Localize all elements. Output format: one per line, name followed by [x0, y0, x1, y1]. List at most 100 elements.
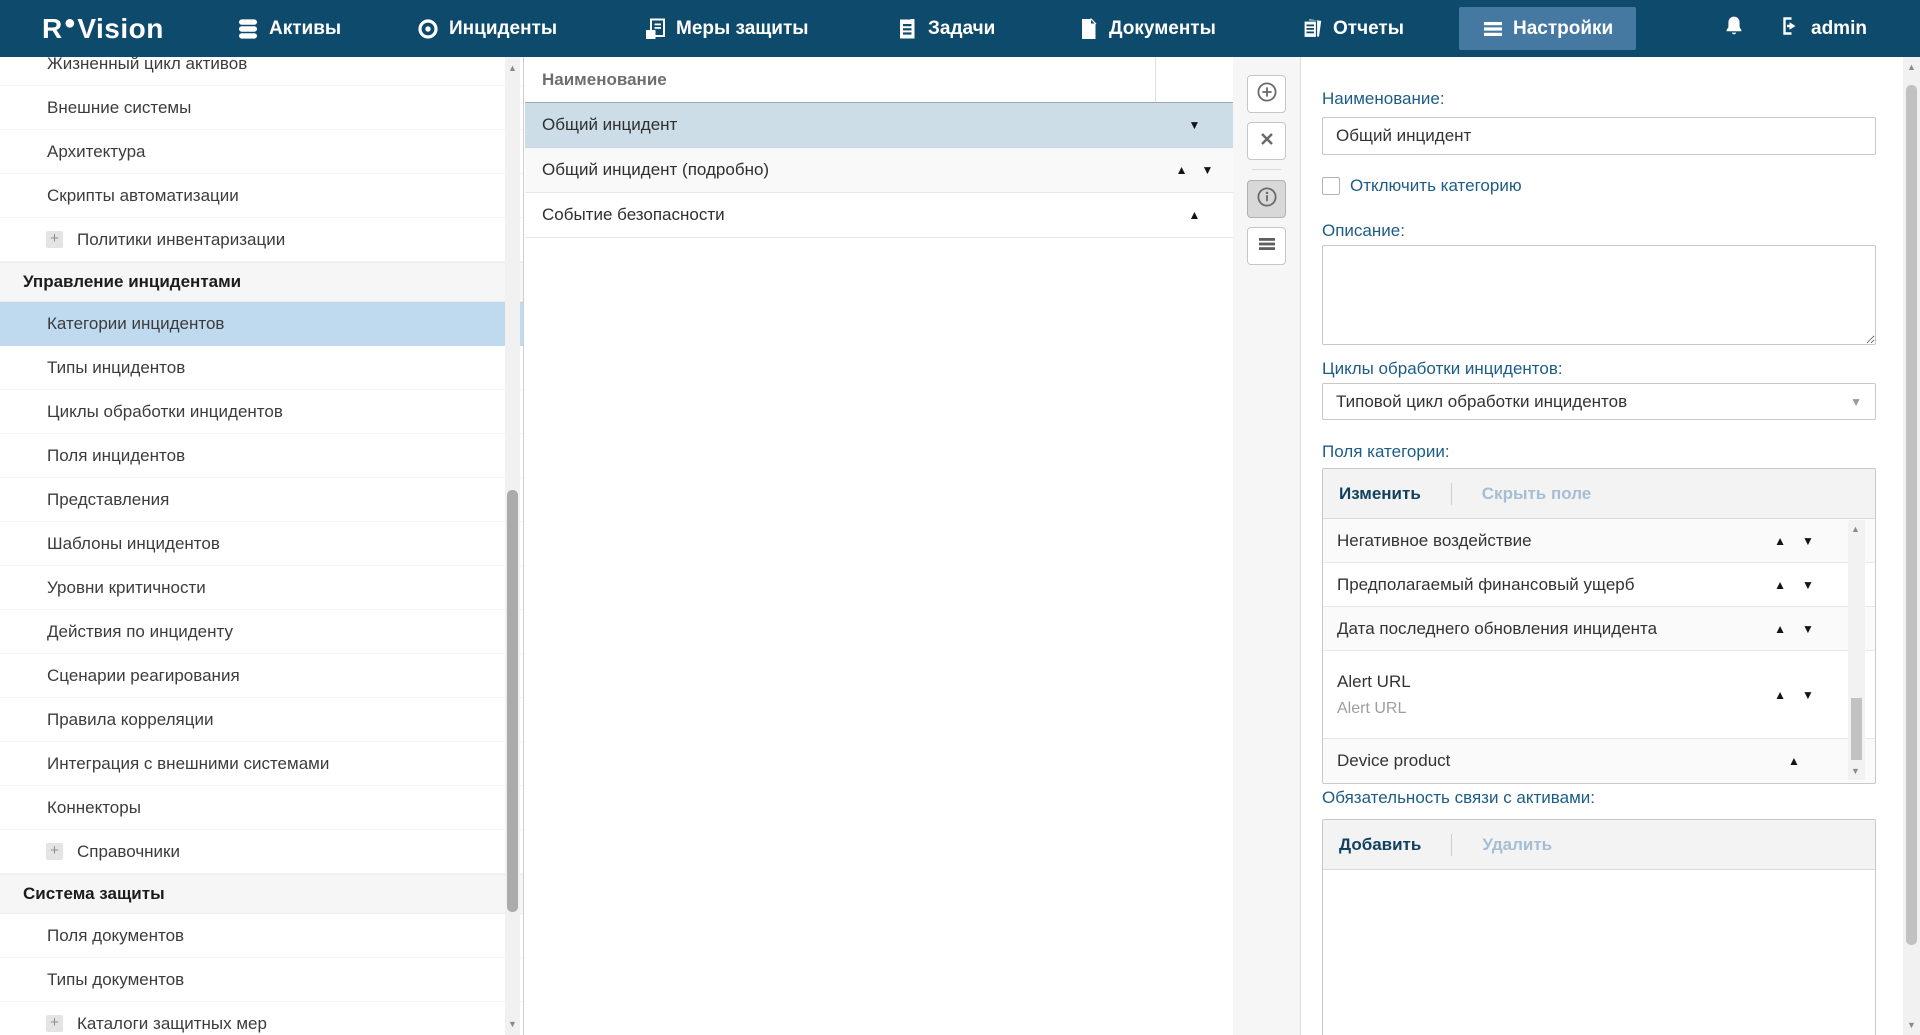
disable-category-checkbox[interactable]: Отключить категорию [1322, 176, 1522, 196]
sidebar-item-incident-templates[interactable]: Шаблоны инцидентов [0, 522, 523, 566]
add-asset-link-button[interactable]: Добавить [1339, 835, 1421, 855]
sidebar-item-automation-scripts[interactable]: Скрипты автоматизации [0, 174, 523, 218]
sidebar-item-incident-categories[interactable]: Категории инцидентов [0, 302, 523, 346]
sidebar-item-connectors[interactable]: Коннекторы [0, 786, 523, 830]
move-down-icon[interactable]: ▼ [1802, 689, 1814, 701]
cycles-select[interactable]: Типовой цикл обработки инцидентов ▼ [1322, 383, 1876, 420]
chevron-down-icon: ▼ [1850, 395, 1862, 409]
expand-plus-icon[interactable]: + [46, 231, 63, 248]
table-toolbar [1233, 57, 1301, 1035]
nav-item-incidents[interactable]: Инциденты [416, 0, 557, 57]
settings-menu-icon [1482, 18, 1504, 40]
sidebar-item-views[interactable]: Представления [0, 478, 523, 522]
sidebar-item-external-systems[interactable]: Внешние системы [0, 86, 523, 130]
nav-item-tasks[interactable]: Задачи [895, 0, 995, 57]
field-row-last-update-date[interactable]: Дата последнего обновления инцидента ▲▼ [1323, 607, 1875, 651]
move-up-icon[interactable]: ▲ [1774, 579, 1786, 591]
scroll-up-icon[interactable]: ▲ [505, 61, 520, 75]
sidebar-item-directories[interactable]: +Справочники [0, 830, 523, 874]
asset-link-panel: Добавить Удалить [1322, 819, 1876, 1035]
sidebar-item-document-fields[interactable]: Поля документов [0, 914, 523, 958]
rvision-logo[interactable]: R●Vision [42, 0, 164, 57]
asset-link-label: Обязательность связи с активами: [1322, 788, 1595, 808]
move-up-icon[interactable]: ▲ [1176, 164, 1188, 176]
list-view-button[interactable] [1247, 227, 1286, 265]
scroll-down-icon[interactable]: ▼ [505, 1017, 520, 1031]
field-row-negative-impact[interactable]: Негативное воздействие ▲▼ [1323, 519, 1875, 563]
move-down-icon[interactable]: ▼ [1189, 119, 1201, 131]
sidebar-item-protection-catalogs[interactable]: +Каталоги защитных мер [0, 1002, 523, 1035]
cycles-label: Циклы обработки инцидентов: [1322, 359, 1563, 379]
category-fields-label: Поля категории: [1322, 442, 1450, 462]
column-header-name[interactable]: Наименование [542, 70, 667, 90]
edit-field-button[interactable]: Изменить [1339, 484, 1421, 504]
sidebar-scrollbar[interactable]: ▲ ▼ [505, 57, 520, 1035]
scroll-up-icon[interactable]: ▲ [1848, 522, 1863, 536]
move-up-icon[interactable]: ▲ [1788, 755, 1800, 767]
scroll-up-icon[interactable]: ▲ [1903, 60, 1920, 74]
sidebar-item-criticality-levels[interactable]: Уровни критичности [0, 566, 523, 610]
remove-asset-link-button[interactable]: Удалить [1482, 835, 1552, 855]
sidebar-item-incident-cycles[interactable]: Циклы обработки инцидентов [0, 390, 523, 434]
sidebar-item-response-scenarios[interactable]: Сценарии реагирования [0, 654, 523, 698]
logout-button[interactable]: admin [1778, 0, 1867, 57]
table-header[interactable]: Наименование [525, 57, 1233, 103]
description-textarea[interactable] [1322, 245, 1876, 345]
move-down-icon[interactable]: ▼ [1202, 164, 1214, 176]
rvision-app: R●Vision Активы Инциденты Меры защиты За… [0, 0, 1920, 1035]
scroll-down-icon[interactable]: ▼ [1903, 1018, 1920, 1032]
nav-item-documents[interactable]: Документы [1076, 0, 1216, 57]
table-row-common-incident[interactable]: Общий инцидент ▼ [525, 103, 1233, 148]
move-up-icon[interactable]: ▲ [1189, 209, 1201, 221]
task-list-icon [895, 17, 919, 41]
nav-item-assets[interactable]: Активы [236, 0, 341, 57]
sidebar-item-architecture[interactable]: Архитектура [0, 130, 523, 174]
sidebar-item-incident-actions[interactable]: Действия по инциденту [0, 610, 523, 654]
sidebar-item-external-integration[interactable]: Интеграция с внешними системами [0, 742, 523, 786]
expand-plus-icon[interactable]: + [46, 1015, 63, 1032]
sidebar-item-incident-types[interactable]: Типы инцидентов [0, 346, 523, 390]
fields-list-scrollbar[interactable]: ▲ ▼ [1848, 520, 1865, 780]
move-up-icon[interactable]: ▲ [1774, 535, 1786, 547]
sidebar-item-correlation-rules[interactable]: Правила корреляции [0, 698, 523, 742]
top-navbar: R●Vision Активы Инциденты Меры защиты За… [0, 0, 1920, 57]
table-row-common-incident-detailed[interactable]: Общий инцидент (подробно) ▲▼ [525, 148, 1233, 193]
nav-item-protection-measures[interactable]: Меры защиты [643, 0, 809, 57]
sidebar-item-incident-fields[interactable]: Поля инцидентов [0, 434, 523, 478]
move-up-icon[interactable]: ▲ [1774, 689, 1786, 701]
delete-category-button[interactable] [1247, 122, 1286, 160]
move-down-icon[interactable]: ▼ [1802, 579, 1814, 591]
add-category-button[interactable] [1247, 75, 1286, 113]
sidebar-item-asset-lifecycle[interactable]: Жизненный цикл активов [0, 57, 523, 86]
nav-item-reports[interactable]: Отчеты [1300, 0, 1404, 57]
sidebar-item-inventory-policies[interactable]: +Политики инвентаризации [0, 218, 523, 262]
name-input[interactable] [1322, 117, 1876, 155]
toolbar-divider [1252, 169, 1281, 170]
move-down-icon[interactable]: ▼ [1802, 623, 1814, 635]
scrollbar-thumb[interactable] [1851, 698, 1862, 760]
nav-label: Задачи [928, 18, 995, 40]
logout-icon [1778, 14, 1802, 43]
bell-icon [1722, 14, 1746, 43]
table-row-security-event[interactable]: Событие безопасности ▲ [525, 193, 1233, 238]
sidebar-item-document-types[interactable]: Типы документов [0, 958, 523, 1002]
scroll-down-icon[interactable]: ▼ [1848, 764, 1863, 778]
asset-link-empty-list [1323, 870, 1875, 1035]
notifications-button[interactable] [1722, 0, 1746, 57]
nav-item-settings[interactable]: Настройки [1459, 7, 1636, 50]
move-down-icon[interactable]: ▼ [1802, 535, 1814, 547]
field-row-alert-url[interactable]: Alert URL Alert URL ▲▼ [1323, 651, 1875, 739]
checkbox-icon[interactable] [1322, 177, 1340, 195]
hide-field-button[interactable]: Скрыть поле [1482, 484, 1591, 504]
info-panel-button[interactable] [1247, 180, 1286, 218]
form-panel-scrollbar[interactable]: ▲ ▼ [1903, 57, 1920, 1035]
scrollbar-thumb[interactable] [507, 490, 518, 912]
expand-plus-icon[interactable]: + [46, 843, 63, 860]
column-divider [1155, 57, 1156, 102]
field-row-estimated-damage[interactable]: Предполагаемый финансовый ущерб ▲▼ [1323, 563, 1875, 607]
move-up-icon[interactable]: ▲ [1774, 623, 1786, 635]
category-fields-panel: Изменить Скрыть поле Негативное воздейст… [1322, 468, 1876, 784]
nav-label: Активы [269, 18, 341, 40]
field-row-device-product[interactable]: Device product ▲ [1323, 739, 1875, 783]
scrollbar-thumb[interactable] [1906, 85, 1917, 945]
